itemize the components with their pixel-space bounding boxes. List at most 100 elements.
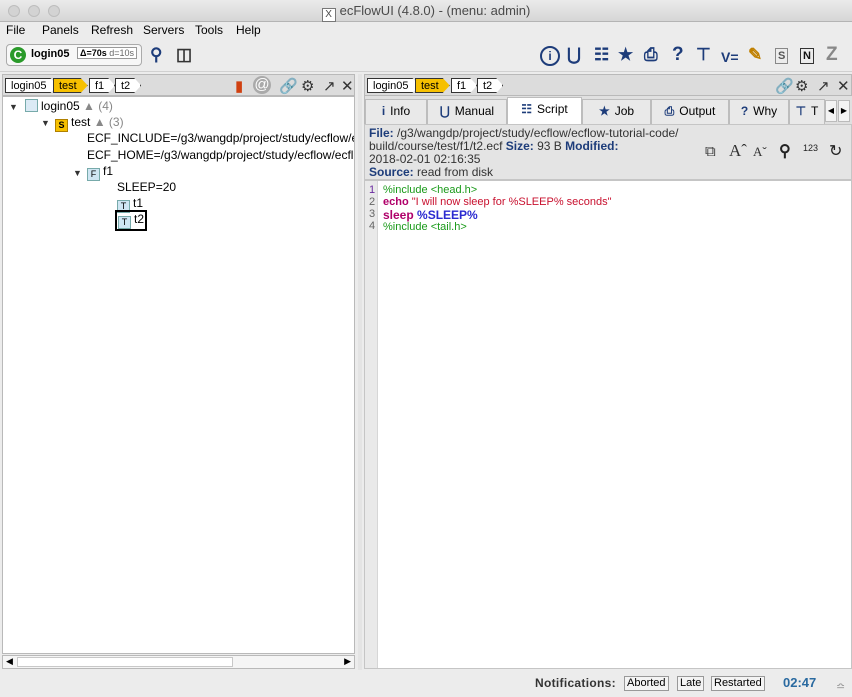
tab-script[interactable]: ☷ Script bbox=[507, 97, 582, 124]
collapse-suite-icon[interactable]: ▼ bbox=[41, 118, 50, 128]
collapse-family-icon[interactable]: ▼ bbox=[73, 168, 82, 178]
gear-icon[interactable]: ⚙ bbox=[301, 77, 314, 95]
line-number: 2 bbox=[369, 196, 376, 208]
node-tree: ▼ login05 ▲ (4) ▼ Stest ▲ (3) ECF_INCLUD… bbox=[2, 96, 355, 654]
collapse-server-icon[interactable]: ▼ bbox=[9, 102, 18, 112]
menu-tools[interactable]: Tools bbox=[195, 23, 223, 37]
resize-grip-icon[interactable]: ≏ bbox=[836, 680, 845, 693]
late-notification-button[interactable]: Late bbox=[677, 676, 705, 691]
file-info-bar: File: /g3/wangdp/project/study/ecflow/ec… bbox=[364, 124, 852, 180]
line-number-gutter bbox=[365, 181, 378, 668]
aborted-notification-button[interactable]: Aborted bbox=[624, 676, 669, 691]
status-bar: Notifications: Aborted Late Restarted 02… bbox=[0, 670, 852, 697]
breadcrumb-suite[interactable]: test bbox=[53, 78, 88, 93]
refresh-interval: Δ=70s d=10s bbox=[77, 47, 138, 59]
tree-node-suite[interactable]: Stest ▲ (3) bbox=[55, 115, 124, 132]
output-icon[interactable]: ⎙ bbox=[644, 45, 658, 65]
menu-refresh[interactable]: Refresh bbox=[91, 23, 133, 37]
breadcrumb-family[interactable]: f1 bbox=[451, 78, 477, 93]
tab-scroll-left-icon[interactable]: ◀ bbox=[825, 100, 837, 122]
code-line: sleep %SLEEP% bbox=[383, 208, 478, 222]
title-bar: XecFlowUI (4.8.0) - (menu: admin) bbox=[0, 0, 852, 22]
server-name: login05 bbox=[31, 48, 70, 60]
font-increase-icon[interactable]: Aˆ bbox=[729, 141, 747, 161]
toolbar: C login05 Δ=70s d=10s ⚲ ◫ i ⋃ ☷ ★ ⎙ ? ⊤ … bbox=[0, 40, 852, 72]
timeline-icon[interactable]: S bbox=[775, 48, 789, 64]
detach-icon[interactable]: ↗ bbox=[323, 77, 336, 95]
breadcrumb-suite[interactable]: test bbox=[415, 78, 450, 93]
tab-manual[interactable]: ⋃ Manual bbox=[427, 99, 507, 124]
gear-icon[interactable]: ⚙ bbox=[795, 77, 808, 95]
link-icon[interactable]: 🔗 bbox=[279, 77, 298, 95]
search-icon[interactable]: ⚲ bbox=[150, 45, 162, 65]
menu-bar: File Panels Refresh Servers Tools Help bbox=[0, 22, 852, 40]
reload-icon[interactable]: ↻ bbox=[829, 141, 842, 161]
info-panel-header: login05 test f1 t2 🔗 ⚙ ↗ ✕ bbox=[364, 74, 852, 96]
tree-variable[interactable]: SLEEP=20 bbox=[117, 180, 176, 194]
tree-node-family[interactable]: Ff1 bbox=[87, 164, 113, 181]
database-icon[interactable]: ◫ bbox=[176, 45, 192, 65]
script-editor[interactable]: 1 2 3 4 %include <head.h> echo "I will n… bbox=[364, 180, 852, 669]
tree-node-task-t2[interactable]: Tt2 bbox=[115, 210, 148, 231]
file-size: 93 B bbox=[537, 139, 562, 153]
notifications-label: Notifications: bbox=[535, 676, 616, 690]
menu-help[interactable]: Help bbox=[236, 23, 261, 37]
zombie-icon[interactable]: Z bbox=[826, 45, 838, 65]
filter-icon[interactable]: ▮ bbox=[235, 77, 243, 95]
close-icon[interactable]: ✕ bbox=[341, 77, 354, 95]
line-number: 1 bbox=[369, 184, 376, 196]
tree-node-server[interactable]: login05 ▲ (4) bbox=[25, 99, 113, 113]
file-info-text: File: /g3/wangdp/project/study/ecflow/ec… bbox=[369, 126, 679, 179]
at-icon[interactable]: @ bbox=[253, 76, 271, 94]
zombie-n-icon[interactable]: N bbox=[800, 48, 814, 64]
edit-icon[interactable]: ✎ bbox=[748, 45, 762, 65]
menu-panels[interactable]: Panels bbox=[42, 23, 79, 37]
restarted-notification-button[interactable]: Restarted bbox=[711, 676, 765, 691]
file-modified: 2018-02-01 02:16:35 bbox=[369, 152, 481, 166]
manual-icon[interactable]: ⋃ bbox=[567, 45, 581, 65]
tab-job[interactable]: ★ Job bbox=[582, 99, 651, 124]
search-icon[interactable]: ⚲ bbox=[779, 141, 791, 161]
menu-file[interactable]: File bbox=[6, 23, 25, 37]
breadcrumb-task[interactable]: t2 bbox=[115, 78, 141, 93]
breadcrumb-server[interactable]: login05 bbox=[5, 78, 57, 93]
copy-icon[interactable]: ⧉ bbox=[705, 143, 716, 160]
breadcrumb-family[interactable]: f1 bbox=[89, 78, 115, 93]
detach-icon[interactable]: ↗ bbox=[817, 77, 830, 95]
horizontal-scrollbar[interactable]: ◀ ▶ bbox=[2, 655, 355, 669]
tab-triggers[interactable]: ⊤ T bbox=[789, 99, 825, 124]
variables-icon[interactable]: V= bbox=[721, 47, 739, 67]
code-line: echo "I will now sleep for %SLEEP% secon… bbox=[383, 196, 612, 208]
triggers-icon[interactable]: ⊤ bbox=[696, 45, 711, 65]
tab-output[interactable]: ⎙ Output bbox=[651, 99, 729, 124]
tab-scroll-right-icon[interactable]: ▶ bbox=[838, 100, 850, 122]
tab-why[interactable]: ? Why bbox=[729, 99, 789, 124]
info-icon[interactable]: i bbox=[540, 46, 560, 66]
refresh-icon[interactable]: C bbox=[10, 47, 26, 63]
breadcrumb-task[interactable]: t2 bbox=[477, 78, 503, 93]
breadcrumb-server[interactable]: login05 bbox=[367, 78, 419, 93]
task-badge: T bbox=[118, 216, 131, 229]
panel-splitter[interactable] bbox=[358, 74, 362, 670]
output-icon: ⎙ bbox=[664, 104, 675, 118]
link-icon[interactable]: 🔗 bbox=[775, 77, 794, 95]
scrollbar-thumb[interactable] bbox=[17, 657, 233, 667]
menu-servers[interactable]: Servers bbox=[143, 23, 184, 37]
why-icon[interactable]: ? bbox=[672, 45, 684, 65]
info-icon: i bbox=[381, 104, 386, 118]
tree-variable[interactable]: ECF_HOME=/g3/wangdp/project/study/ecflow… bbox=[87, 148, 354, 162]
suite-badge: S bbox=[55, 119, 68, 132]
file-path-cont: build/course/test/f1/t2.ecf bbox=[369, 139, 503, 153]
tree-variable[interactable]: ECF_INCLUDE=/g3/wangdp/project/study/ecf… bbox=[87, 131, 354, 145]
scroll-right-icon[interactable]: ▶ bbox=[344, 656, 351, 667]
tab-info[interactable]: i Info bbox=[365, 99, 427, 124]
scroll-left-icon[interactable]: ◀ bbox=[6, 656, 13, 667]
job-icon: ★ bbox=[598, 104, 610, 118]
server-refresh-control[interactable]: C login05 Δ=70s d=10s bbox=[6, 44, 142, 66]
file-source: read from disk bbox=[417, 165, 494, 179]
font-decrease-icon[interactable]: Aˇ bbox=[753, 144, 767, 160]
goto-line-icon[interactable]: 123 bbox=[803, 143, 818, 153]
script-icon[interactable]: ☷ bbox=[594, 45, 609, 65]
close-icon[interactable]: ✕ bbox=[837, 77, 850, 95]
job-icon[interactable]: ★ bbox=[618, 45, 633, 65]
